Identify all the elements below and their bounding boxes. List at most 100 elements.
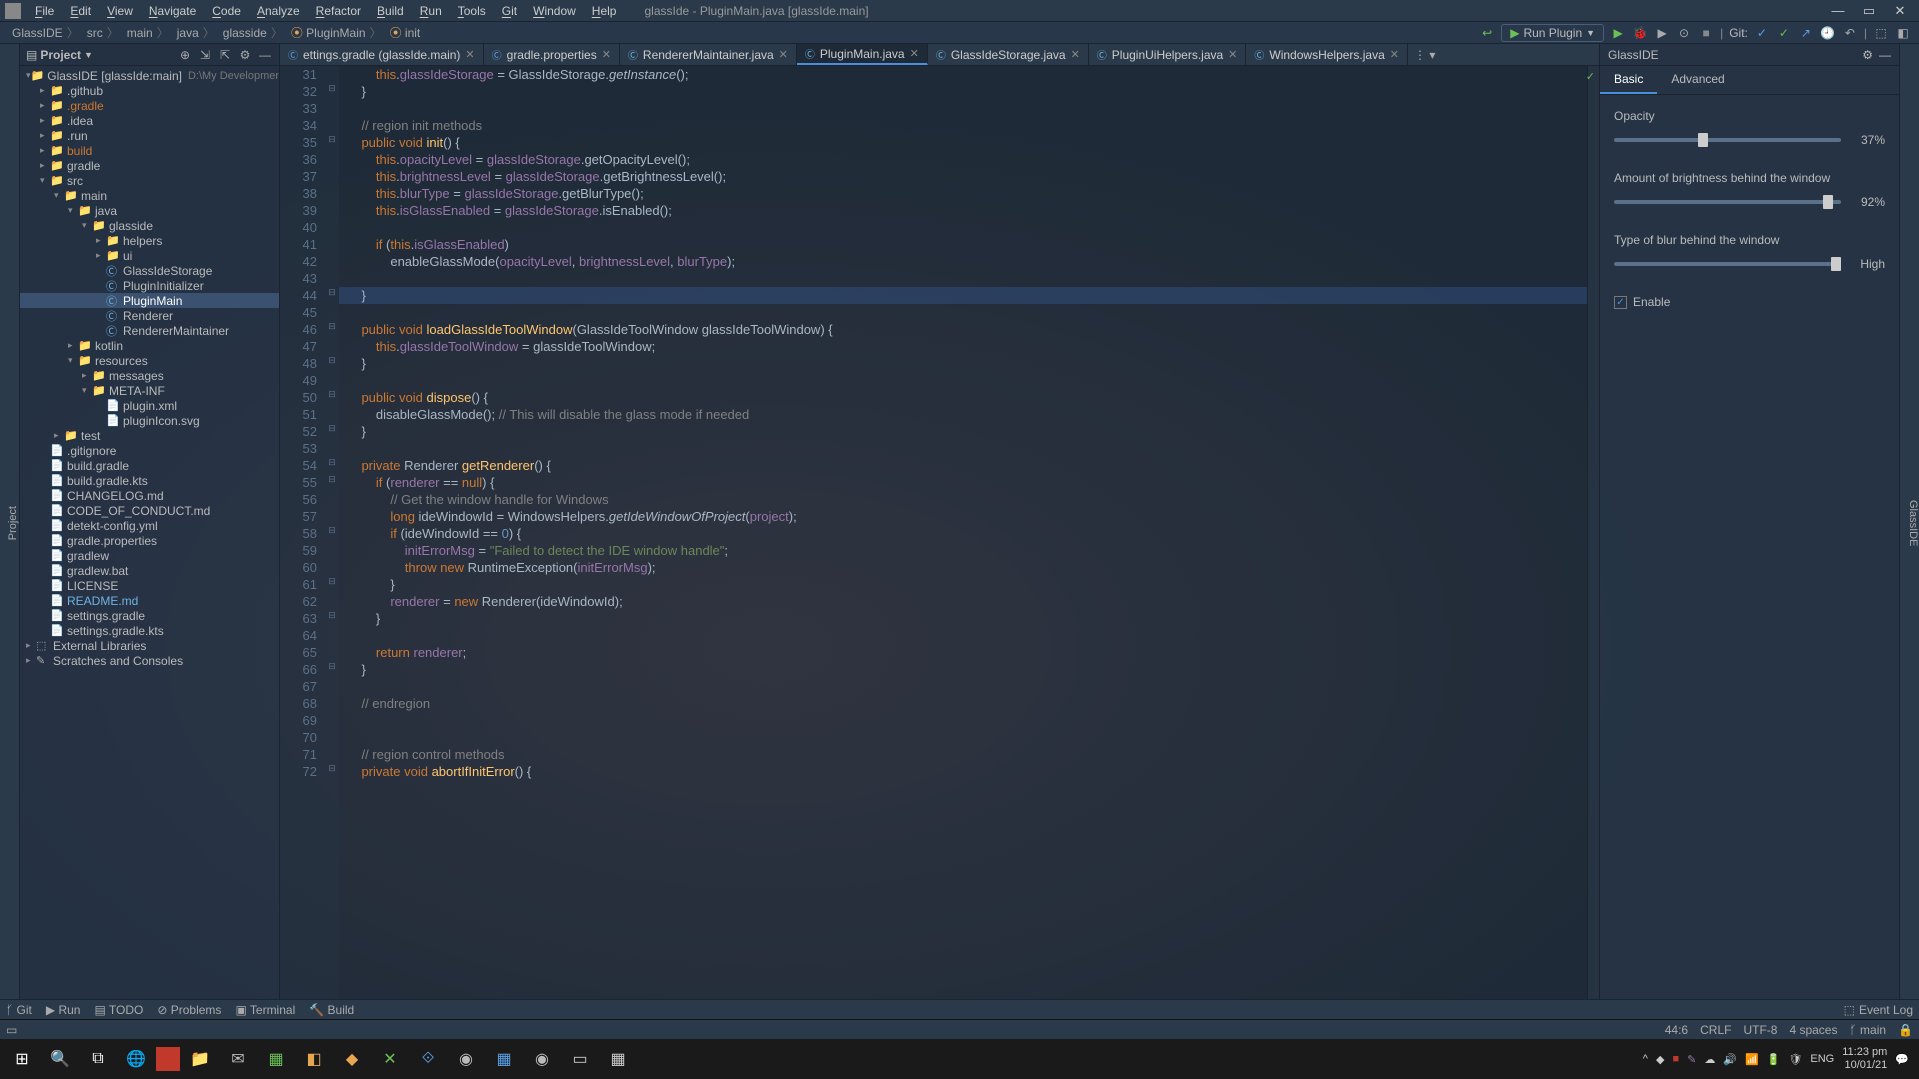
opacity-slider[interactable] [1614,138,1841,142]
tree-node[interactable]: ▾📁java [20,203,279,218]
run-button[interactable]: ▶ [1610,25,1626,41]
profile-button[interactable]: ⊙ [1676,25,1692,41]
menu-file[interactable]: File [27,2,62,20]
editor-tab[interactable]: ⒸWindowsHelpers.java✕ [1246,44,1408,65]
tree-node[interactable]: 📄pluginIcon.svg [20,413,279,428]
blur-slider[interactable] [1614,262,1841,266]
menu-tools[interactable]: Tools [450,2,494,20]
menu-view[interactable]: View [99,2,141,20]
chrome-icon-2[interactable]: ◉ [524,1043,560,1075]
tree-node[interactable]: 📄README.md [20,593,279,608]
settings-icon[interactable]: ⚙ [237,48,253,62]
tab-basic[interactable]: Basic [1600,66,1657,94]
event-log-button[interactable]: ⬚ Event Log [1844,1003,1913,1017]
bottom-tool-build[interactable]: 🔨 Build [309,1003,354,1017]
menu-run[interactable]: Run [412,2,450,20]
menu-navigate[interactable]: Navigate [141,2,204,20]
bottom-tool-terminal[interactable]: ▣ Terminal [235,1003,295,1017]
tree-node[interactable]: ▸📁.idea [20,113,279,128]
status-lock-icon[interactable]: 🔒 [1898,1023,1913,1037]
minimize-button[interactable]: — [1824,3,1852,19]
vscode-icon[interactable]: ⟐ [410,1043,446,1075]
git-rollback-icon[interactable]: ↶ [1842,25,1858,41]
breadcrumb-1[interactable]: src [83,24,123,41]
tree-node[interactable]: 📄gradle.properties [20,533,279,548]
tray-volume-icon[interactable]: 🔊 [1723,1053,1737,1066]
tab-close-icon[interactable]: ✕ [465,48,474,61]
tree-node[interactable]: ▸📁.github [20,83,279,98]
menu-help[interactable]: Help [584,2,625,20]
collapse-all-icon[interactable]: ⇱ [217,48,233,62]
hide-icon[interactable]: — [257,48,273,62]
menu-git[interactable]: Git [494,2,525,20]
menu-build[interactable]: Build [369,2,412,20]
tree-node[interactable]: ▸📁ui [20,248,279,263]
status-indent[interactable]: 4 spaces [1789,1023,1837,1037]
tab-close-icon[interactable]: ✕ [1071,48,1080,61]
tray-onedrive-icon[interactable]: ☁ [1704,1053,1715,1066]
maximize-button[interactable]: ▭ [1855,3,1883,19]
breadcrumb-0[interactable]: GlassIDE [8,24,83,41]
project-tree[interactable]: ▾📁GlassIDE [glassIde:main]D:\My Developm… [20,66,279,999]
tree-node[interactable]: 📄CHANGELOG.md [20,488,279,503]
git-history-icon[interactable]: 🕘 [1820,25,1836,41]
tree-node[interactable]: ▾📁main [20,188,279,203]
tree-node[interactable]: 📄.gitignore [20,443,279,458]
menu-edit[interactable]: Edit [62,2,99,20]
expand-all-icon[interactable]: ⇲ [197,48,213,62]
tree-node[interactable]: 📄gradlew.bat [20,563,279,578]
breadcrumb-2[interactable]: main [123,24,173,41]
stop-button[interactable]: ■ [1698,25,1714,41]
bottom-tool-git[interactable]: ᚶ Git [6,1003,32,1017]
tree-node[interactable]: 📄plugin.xml [20,398,279,413]
status-caret-pos[interactable]: 44:6 [1665,1023,1688,1037]
tree-node[interactable]: ⒸPluginInitializer [20,278,279,293]
app-icon-1[interactable] [156,1047,180,1071]
menu-analyze[interactable]: Analyze [249,2,308,20]
app-icon-3[interactable]: ◆ [334,1043,370,1075]
tree-node[interactable]: 📄LICENSE [20,578,279,593]
tray-notifications-icon[interactable]: 💬 [1895,1053,1909,1066]
tray-chevron-icon[interactable]: ^ [1643,1053,1648,1065]
status-quick-access[interactable]: ▭ [6,1023,17,1037]
tab-advanced[interactable]: Advanced [1657,66,1738,94]
debug-button[interactable]: 🐞 [1632,25,1648,41]
brightness-slider[interactable] [1614,200,1841,204]
search-icon[interactable]: 🔍 [42,1043,78,1075]
tree-node[interactable]: ▾📁GlassIDE [glassIde:main]D:\My Developm… [20,68,279,83]
toolwin-hide-icon[interactable]: — [1879,48,1891,62]
git-commit-icon[interactable]: ✓ [1776,25,1792,41]
tab-close-icon[interactable]: ✕ [1228,48,1237,61]
editor-tab[interactable]: ⒸRendererMaintainer.java✕ [620,44,797,65]
tree-node[interactable]: 📄detekt-config.yml [20,518,279,533]
tab-close-icon[interactable]: ✕ [779,48,788,61]
tray-security-icon[interactable]: 🛡 [1788,1053,1802,1066]
run-config-selector[interactable]: ▶ Run Plugin ▼ [1501,24,1604,42]
project-view-selector[interactable]: ▤Project▼ [26,48,93,62]
menu-window[interactable]: Window [525,2,584,20]
tree-node[interactable]: ⒸPluginMain [20,293,279,308]
code-editor[interactable]: ✓ 31323334353637383940414243444546474849… [280,66,1599,999]
status-line-sep[interactable]: CRLF [1700,1023,1731,1037]
tree-node[interactable]: 📄settings.gradle.kts [20,623,279,638]
editor-minimap[interactable] [1587,66,1599,999]
tree-node[interactable]: ▾📁resources [20,353,279,368]
tree-node[interactable]: ▾📁glasside [20,218,279,233]
ide-settings-icon[interactable]: ◧ [1895,25,1911,41]
tab-close-icon[interactable]: ✕ [910,47,919,60]
tray-icon-3[interactable]: ✎ [1687,1053,1696,1066]
tree-node[interactable]: ▸✎Scratches and Consoles [20,653,279,668]
tree-node[interactable]: ▸📁helpers [20,233,279,248]
nav-back-icon[interactable]: ↩ [1479,25,1495,41]
tray-wifi-icon[interactable]: 📶 [1745,1053,1759,1066]
tree-node[interactable]: ⒸRenderer [20,308,279,323]
tree-node[interactable]: ▸📁.run [20,128,279,143]
coverage-button[interactable]: ▶ [1654,25,1670,41]
intellij-icon[interactable]: ◧ [296,1043,332,1075]
breadcrumb-4[interactable]: glasside [219,24,287,41]
calculator-icon[interactable]: ▦ [600,1043,636,1075]
tree-node[interactable]: ▸📁build [20,143,279,158]
tree-node[interactable]: ▾📁src [20,173,279,188]
start-button[interactable]: ⊞ [4,1043,40,1075]
right-strip-glasside[interactable]: GlassIDE [1907,496,1919,550]
